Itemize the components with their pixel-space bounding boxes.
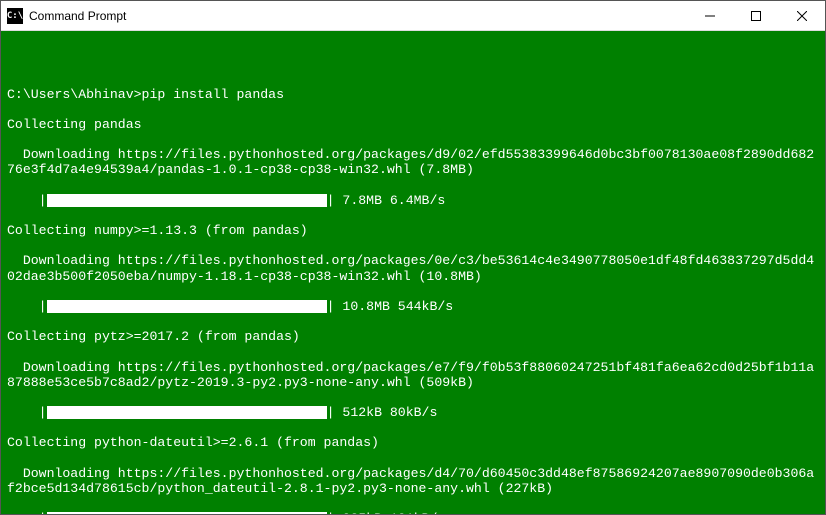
output-line: Collecting pytz>=2017.2 (from pandas)	[7, 329, 819, 344]
progress-stats: 7.8MB 6.4MB/s	[335, 193, 446, 208]
progress-bar	[47, 194, 327, 207]
progress-stats: 10.8MB 544kB/s	[335, 299, 454, 314]
progress-bar	[47, 512, 327, 514]
output-line: Downloading https://files.pythonhosted.o…	[7, 360, 819, 390]
terminal-body[interactable]: C:\Users\Abhinav>pip install pandas Coll…	[1, 31, 825, 514]
titlebar: C:\ Command Prompt	[1, 1, 825, 31]
progress-bar	[47, 300, 327, 313]
output-line: Downloading https://files.pythonhosted.o…	[7, 147, 819, 177]
maximize-button[interactable]	[733, 1, 779, 30]
prompt-line: C:\Users\Abhinav>pip install pandas	[7, 87, 819, 102]
progress-bar	[47, 406, 327, 419]
output-line: Downloading https://files.pythonhosted.o…	[7, 253, 819, 283]
blank-line	[7, 56, 819, 71]
command-prompt-window: C:\ Command Prompt C:\Users\Abhinav>pip …	[0, 0, 826, 515]
progress-stats: 235kB 121kB/s	[335, 511, 446, 514]
progress-line: || 10.8MB 544kB/s	[7, 299, 819, 314]
command-text: pip install pandas	[142, 87, 284, 102]
close-button[interactable]	[779, 1, 825, 30]
progress-stats: 512kB 80kB/s	[335, 405, 438, 420]
output-line: Collecting numpy>=1.13.3 (from pandas)	[7, 223, 819, 238]
cmd-icon: C:\	[7, 8, 23, 24]
output-line: Collecting pandas	[7, 117, 819, 132]
progress-line: || 7.8MB 6.4MB/s	[7, 193, 819, 208]
prompt-path: C:\Users\Abhinav>	[7, 87, 142, 102]
window-controls	[687, 1, 825, 30]
output-line: Collecting python-dateutil>=2.6.1 (from …	[7, 435, 819, 450]
window-title: Command Prompt	[29, 9, 687, 23]
progress-line: || 512kB 80kB/s	[7, 405, 819, 420]
cmd-icon-text: C:\	[7, 11, 23, 21]
progress-line: || 235kB 121kB/s	[7, 511, 819, 514]
minimize-button[interactable]	[687, 1, 733, 30]
output-line: Downloading https://files.pythonhosted.o…	[7, 466, 819, 496]
